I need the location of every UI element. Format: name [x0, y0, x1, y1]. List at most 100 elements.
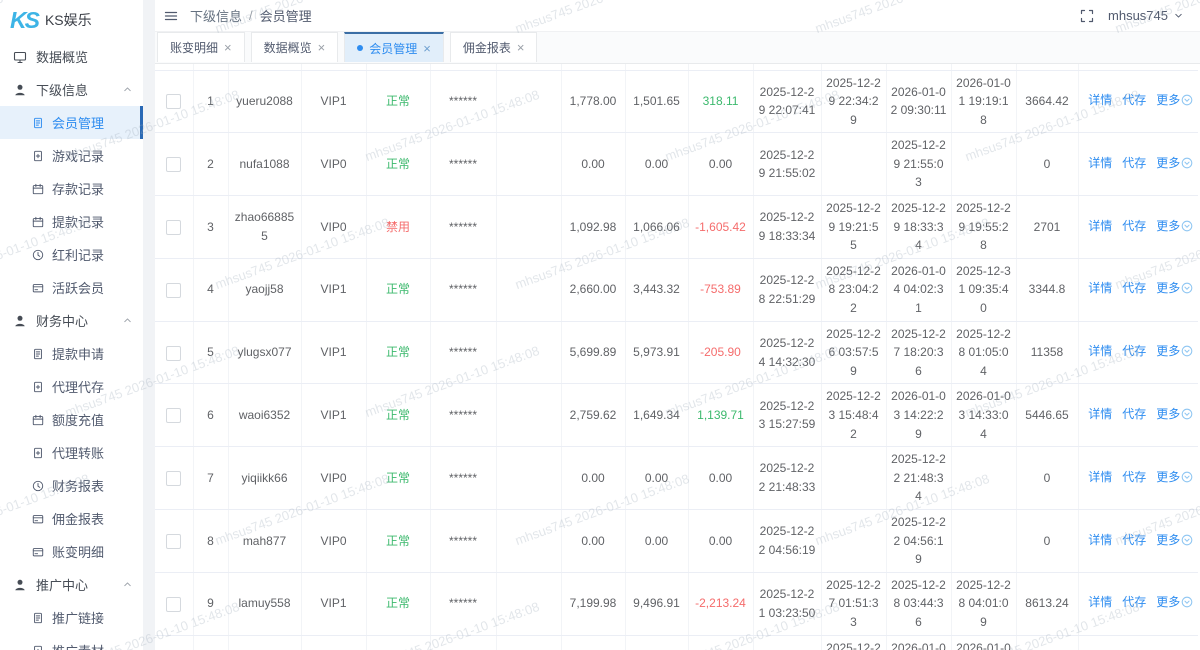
sidebar-item-2[interactable]: 财务中心 [0, 304, 143, 337]
agent-deposit-link[interactable]: 代存 [1122, 407, 1146, 421]
sidebar-subitem-3-1[interactable]: 推广素材 [0, 634, 143, 650]
row-checkbox[interactable] [166, 346, 181, 361]
detail-link[interactable]: 详情 [1088, 595, 1112, 609]
agent-deposit-link[interactable]: 代存 [1122, 281, 1146, 295]
breadcrumb-parent[interactable]: 下级信息 [190, 6, 242, 25]
row-checkbox[interactable] [166, 408, 181, 423]
profit-cell: 0.00 [688, 447, 753, 510]
user-menu[interactable]: mhsus745 [1108, 8, 1184, 23]
hamburger-icon[interactable] [164, 9, 178, 23]
close-icon[interactable]: × [517, 41, 525, 54]
more-circle-icon[interactable] [1181, 93, 1193, 112]
more-link[interactable]: 更多 [1156, 595, 1180, 609]
sidebar-item-0[interactable]: 数据概览 [0, 40, 143, 73]
close-icon[interactable]: × [423, 42, 431, 55]
more-link[interactable]: 更多 [1156, 533, 1180, 547]
sidebar-subitem-1-2[interactable]: 存款记录 [0, 172, 143, 205]
more-link[interactable]: 更多 [1156, 156, 1180, 170]
more-circle-icon[interactable] [1181, 156, 1193, 175]
time-cell: 2025-12-28 01:05:04 [951, 321, 1016, 384]
sidebar-subitem-2-6[interactable]: 账变明细 [0, 535, 143, 568]
sidebar-subitem-1-1[interactable]: 游戏记录 [0, 139, 143, 172]
username-cell: zhao668855 [228, 196, 301, 259]
sidebar-subitem-2-5[interactable]: 佣金报表 [0, 502, 143, 535]
row-checkbox[interactable] [166, 157, 181, 172]
more-link[interactable]: 更多 [1156, 470, 1180, 484]
sidebar-subitem-label: 提款申请 [52, 344, 104, 363]
tab-label: 账变明细 [170, 39, 218, 56]
username-cell: rofeu01 [228, 635, 301, 650]
sidebar-item-1[interactable]: 下级信息 [0, 73, 143, 106]
more-circle-icon[interactable] [1181, 344, 1193, 363]
sidebar-subitem-1-4[interactable]: 红利记录 [0, 238, 143, 271]
table-row: 9lamuy558VIP1正常******7,199.989,496.91-2,… [155, 572, 1198, 635]
close-icon[interactable]: × [318, 41, 326, 54]
agent-deposit-link[interactable]: 代存 [1122, 595, 1146, 609]
agent-deposit-link[interactable]: 代存 [1122, 93, 1146, 107]
agent-deposit-link[interactable]: 代存 [1122, 219, 1146, 233]
actions-cell: 详情代存更多 [1078, 447, 1198, 510]
password-cell: ****** [430, 572, 496, 635]
more-circle-icon[interactable] [1181, 595, 1193, 614]
more-link[interactable]: 更多 [1156, 344, 1180, 358]
agent-deposit-link[interactable]: 代存 [1122, 470, 1146, 484]
detail-link[interactable]: 详情 [1088, 470, 1112, 484]
detail-link[interactable]: 详情 [1088, 407, 1112, 421]
sidebar-subitem-1-5[interactable]: 活跃会员 [0, 271, 143, 304]
amount-cell: 26,287.22 [625, 635, 688, 650]
vip-level-cell: VIP0 [301, 509, 366, 572]
tab-1[interactable]: 数据概览× [251, 32, 339, 62]
row-checkbox[interactable] [166, 94, 181, 109]
more-circle-icon[interactable] [1181, 281, 1193, 300]
brand-logo-icon: KS [10, 9, 38, 32]
sidebar-subitem-2-0[interactable]: 提款申请 [0, 337, 143, 370]
row-checkbox[interactable] [166, 471, 181, 486]
empty-cell [496, 447, 561, 510]
row-checkbox[interactable] [166, 283, 181, 298]
close-icon[interactable]: × [224, 41, 232, 54]
agent-deposit-link[interactable]: 代存 [1122, 156, 1146, 170]
sidebar-subitem-2-4[interactable]: 财务报表 [0, 469, 143, 502]
tab-0[interactable]: 账变明细 × [157, 32, 245, 62]
sidebar-subitem-2-2[interactable]: 额度充值 [0, 403, 143, 436]
document-plus-icon [32, 447, 44, 459]
sidebar-subitem-1-3[interactable]: 提款记录 [0, 205, 143, 238]
sidebar-item-3[interactable]: 推广中心 [0, 568, 143, 601]
sidebar-subitem-1-0[interactable]: 会员管理 [0, 106, 143, 139]
tab-3[interactable]: 佣金报表 × [450, 32, 538, 62]
content-scroll-gutter[interactable] [143, 0, 155, 650]
tab-2[interactable]: 会员管理× [344, 32, 444, 62]
more-circle-icon[interactable] [1181, 470, 1193, 489]
row-number: 3 [193, 196, 228, 259]
sidebar-subitem-2-3[interactable]: 代理转账 [0, 436, 143, 469]
value-cell: 8613.24 [1016, 572, 1078, 635]
more-link[interactable]: 更多 [1156, 281, 1180, 295]
vip-level-cell: VIP1 [301, 321, 366, 384]
calendar-icon [32, 183, 44, 195]
detail-link[interactable]: 详情 [1088, 156, 1112, 170]
row-checkbox[interactable] [166, 597, 181, 612]
more-link[interactable]: 更多 [1156, 407, 1180, 421]
sidebar-subitem-3-0[interactable]: 推广链接 [0, 601, 143, 634]
breadcrumb-separator: / [249, 8, 253, 23]
time-cell [951, 447, 1016, 510]
more-link[interactable]: 更多 [1156, 93, 1180, 107]
sidebar-subitem-2-1[interactable]: 代理代存 [0, 370, 143, 403]
more-circle-icon[interactable] [1181, 407, 1193, 426]
more-circle-icon[interactable] [1181, 219, 1193, 238]
detail-link[interactable]: 详情 [1088, 533, 1112, 547]
more-link[interactable]: 更多 [1156, 219, 1180, 233]
detail-link[interactable]: 详情 [1088, 93, 1112, 107]
detail-link[interactable]: 详情 [1088, 219, 1112, 233]
actions-cell: 详情代存更多 [1078, 321, 1198, 384]
detail-link[interactable]: 详情 [1088, 344, 1112, 358]
fullscreen-icon[interactable] [1080, 9, 1094, 23]
agent-deposit-link[interactable]: 代存 [1122, 533, 1146, 547]
row-checkbox[interactable] [166, 534, 181, 549]
row-checkbox[interactable] [166, 220, 181, 235]
detail-link[interactable]: 详情 [1088, 281, 1112, 295]
more-circle-icon[interactable] [1181, 533, 1193, 552]
tab-label: 佣金报表 [463, 39, 511, 56]
agent-deposit-link[interactable]: 代存 [1122, 344, 1146, 358]
value-cell: 11358 [1016, 321, 1078, 384]
